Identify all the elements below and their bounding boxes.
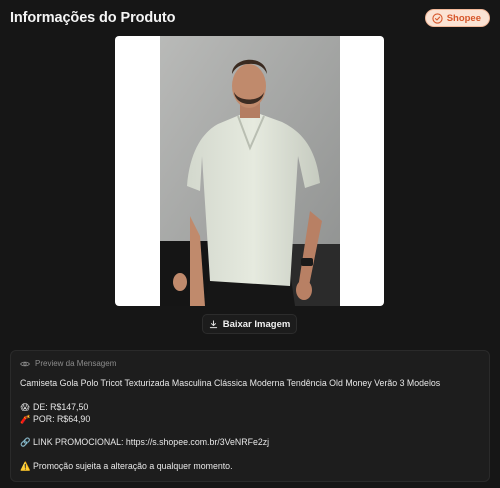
message-preview-header: Preview da Mensagem [20,359,116,368]
eye-icon [20,361,30,366]
promo-link-line: 🔗 LINK PROMOCIONAL: https://s.shopee.com.… [20,437,269,448]
price-from-text: DE: R$147,50 [33,402,89,412]
price-to-line: 🧨 POR: R$64,90 [20,414,90,425]
shocked-face-icon: 😱 [20,402,30,412]
link-icon: 🔗 [20,437,31,447]
product-image-frame [115,36,384,306]
shopee-icon [432,12,443,24]
warning-text: Promoção sujeita a alteração a qualquer … [33,461,233,471]
price-from-line: 😱 DE: R$147,50 [20,402,89,413]
page-title: Informações do Produto [10,10,176,26]
promo-link-text: LINK PROMOCIONAL: https://s.shopee.com.b… [33,437,270,447]
warning-icon: ⚠️ [20,461,31,471]
download-image-button[interactable]: Baixar Imagem [202,314,297,334]
shopee-badge: Shopee [424,9,490,27]
shopee-badge-label: Shopee [446,12,481,24]
message-preview-card: Preview da Mensagem Camiseta Gola Polo T… [10,350,490,482]
price-to-text: POR: R$64,90 [33,414,91,424]
product-photo [160,36,340,306]
product-name-text: Camiseta Gola Polo Tricot Texturizada Ma… [20,378,441,388]
download-icon [209,319,217,328]
warning-line: ⚠️ Promoção sujeita a alteração a qualque… [20,461,233,472]
message-preview-label: Preview da Mensagem [35,359,117,368]
download-button-label: Baixar Imagem [222,318,291,330]
header: Informações do Produto Shopee [10,8,490,30]
firecracker-icon: 🧨 [20,414,31,424]
